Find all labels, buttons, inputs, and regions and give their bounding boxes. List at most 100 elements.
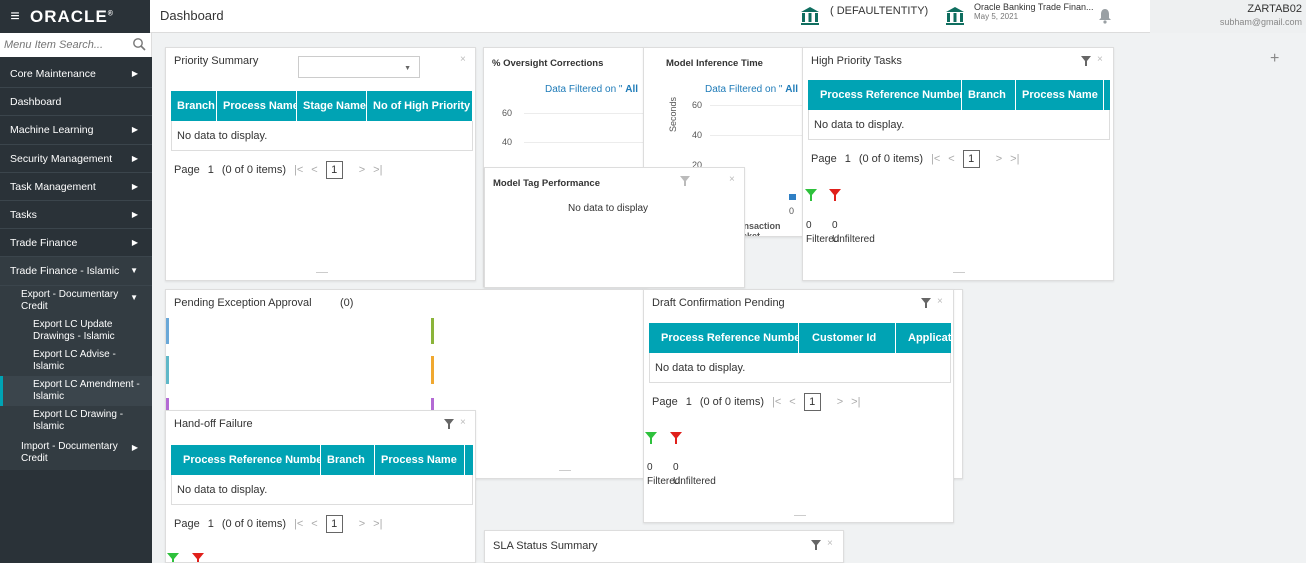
search-icon[interactable] [132, 37, 146, 51]
close-icon[interactable]: × [460, 54, 466, 65]
last-page-icon[interactable]: >| [1010, 153, 1019, 165]
bell-icon[interactable] [1097, 8, 1113, 24]
filtered-count: 0 [806, 220, 812, 231]
hamburger-menu-icon[interactable]: ≡ [0, 8, 30, 26]
grid-header: Process Reference Number Branch Process … [171, 445, 473, 475]
sidebar-item-core-maintenance[interactable]: Core Maintenance ▶ [0, 60, 152, 89]
priority-filter-dropdown[interactable]: ▼ [298, 56, 420, 78]
hand-off-failure-widget: Hand-off Failure × Process Reference Num… [165, 410, 476, 563]
column-header[interactable]: Customer Id [799, 323, 896, 353]
chevron-down-icon: ▼ [130, 292, 138, 302]
last-page-icon[interactable]: >| [373, 518, 382, 530]
column-header[interactable]: Process Name [375, 445, 465, 475]
first-page-icon[interactable]: |< [294, 518, 303, 530]
resize-handle[interactable] [794, 515, 806, 516]
close-icon[interactable]: × [937, 296, 943, 307]
model-tag-performance-widget: Model Tag Performance × No data to displ… [484, 167, 745, 288]
column-header[interactable]: Process Name [1016, 80, 1104, 110]
entity-bank-icon[interactable] [800, 6, 820, 26]
status-bar [431, 318, 434, 344]
prev-page-icon[interactable]: < [948, 153, 954, 165]
sidebar-subitem-import-documentary-credit[interactable]: Import - Documentary Credit ▶ [0, 435, 152, 470]
sidebar-subitem-export-documentary-credit[interactable]: Export - Documentary Credit ▼ [0, 285, 152, 316]
column-header[interactable]: Stage Name [297, 91, 367, 121]
sidebar-item-tasks[interactable]: Tasks ▶ [0, 201, 152, 230]
last-page-icon[interactable]: >| [851, 396, 860, 408]
menu-search-input[interactable] [0, 36, 125, 54]
page-input[interactable]: 1 [325, 161, 343, 179]
filter-icon[interactable] [680, 176, 690, 186]
close-icon[interactable]: × [729, 174, 735, 185]
column-header[interactable]: Process Reference Number [649, 323, 799, 353]
page-label: Page [811, 153, 837, 165]
unfiltered-funnel-icon[interactable] [670, 432, 682, 444]
next-page-icon[interactable]: > [359, 518, 365, 530]
first-page-icon[interactable]: |< [294, 164, 303, 176]
close-icon[interactable]: × [827, 538, 833, 549]
page-input[interactable]: 1 [803, 393, 821, 411]
last-page-icon[interactable]: >| [373, 164, 382, 176]
column-header[interactable]: No of High Priority T [367, 91, 473, 121]
column-header[interactable]: Branch [171, 91, 217, 121]
sidebar-item-machine-learning[interactable]: Machine Learning ▶ [0, 116, 152, 145]
resize-handle[interactable] [316, 272, 328, 273]
next-page-icon[interactable]: > [837, 396, 843, 408]
sidebar-item-dashboard[interactable]: Dashboard [0, 88, 152, 117]
empty-message: No data to display [568, 203, 649, 214]
app-bank-icon[interactable] [945, 6, 965, 26]
close-icon[interactable]: × [460, 417, 466, 428]
column-header[interactable]: Process Name [217, 91, 297, 121]
pending-count: (0) [340, 297, 354, 309]
filter-text: Data Filtered on " [705, 84, 783, 95]
app-name[interactable]: Oracle Banking Trade Finan... May 5, 202… [974, 3, 1094, 22]
close-icon[interactable]: × [1097, 54, 1103, 65]
column-header[interactable]: Branch [962, 80, 1016, 110]
column-header[interactable]: Applicat [896, 323, 951, 353]
user-email: subham@gmail.com [1219, 17, 1302, 27]
page-title: Dashboard [160, 8, 224, 23]
sidebar-item-trade-finance-islamic[interactable]: Trade Finance - Islamic ▼ [0, 257, 152, 286]
column-header[interactable]: Branch [321, 445, 375, 475]
page-input[interactable]: 1 [325, 515, 343, 533]
resize-handle[interactable] [559, 470, 571, 471]
unfiltered-funnel-icon[interactable] [829, 189, 841, 201]
prev-page-icon[interactable]: < [789, 396, 795, 408]
sidebar-leaf-export-lc-advise[interactable]: Export LC Advise - Islamic [0, 345, 152, 376]
column-header[interactable]: Process Reference Number [171, 445, 321, 475]
sidebar-item-security-management[interactable]: Security Management ▶ [0, 145, 152, 173]
data-filter-text[interactable]: Data Filtered on " All [705, 84, 798, 95]
sidebar-item-task-management[interactable]: Task Management ▶ [0, 173, 152, 201]
filter-icon[interactable] [1081, 56, 1091, 66]
add-widget-icon[interactable]: + [1270, 50, 1279, 68]
filter-icon[interactable] [921, 298, 931, 308]
first-page-icon[interactable]: |< [931, 153, 940, 165]
sidebar-item-trade-finance[interactable]: Trade Finance ▶ [0, 229, 152, 258]
unfiltered-funnel-icon[interactable] [192, 553, 204, 563]
filtered-funnel-icon[interactable] [167, 553, 179, 563]
sidebar-subitem-label: Import - Documentary Credit [21, 440, 118, 464]
unfiltered-count: 0 [832, 220, 838, 231]
sidebar-leaf-export-lc-amendment[interactable]: Export LC Amendment - Islamic [0, 375, 152, 406]
widget-title: Priority Summary [174, 55, 259, 67]
filter-icon[interactable] [444, 419, 454, 429]
filtered-funnel-icon[interactable] [645, 432, 657, 444]
resize-handle[interactable] [953, 272, 965, 273]
sidebar-leaf-export-lc-drawing[interactable]: Export LC Drawing - Islamic [0, 405, 152, 436]
entity-name[interactable]: ( DEFAULTENTITY) [830, 5, 928, 17]
page-number: 1 [685, 396, 692, 408]
sidebar-item-label: Core Maintenance [10, 68, 96, 80]
prev-page-icon[interactable]: < [311, 164, 317, 176]
filtered-funnel-icon[interactable] [805, 189, 817, 201]
next-page-icon[interactable]: > [996, 153, 1002, 165]
filter-icon[interactable] [811, 540, 821, 550]
page-input[interactable]: 1 [962, 150, 980, 168]
user-menu[interactable]: ZARTAB02 subham@gmail.com [1150, 0, 1306, 33]
data-filter-text[interactable]: Data Filtered on " All [545, 84, 638, 95]
y-tick-label: 40 [692, 130, 703, 140]
next-page-icon[interactable]: > [359, 164, 365, 176]
sidebar-leaf-export-lc-update-drawings[interactable]: Export LC Update Drawings - Islamic [0, 315, 152, 346]
column-header[interactable]: Process Reference Number [808, 80, 962, 110]
first-page-icon[interactable]: |< [772, 396, 781, 408]
prev-page-icon[interactable]: < [311, 518, 317, 530]
chevron-down-icon: ▼ [404, 65, 411, 72]
